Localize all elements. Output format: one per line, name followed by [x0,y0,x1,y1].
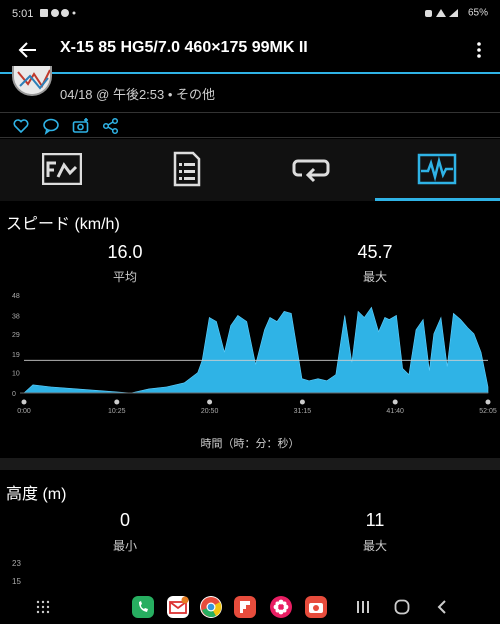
activity-date: 04/18 @ 午後2:53 • その他 [60,87,216,102]
speed-avg-value: 16.0 [107,242,143,262]
camera-app-icon[interactable] [305,596,327,618]
back-arrow-icon[interactable] [16,38,40,62]
home-button[interactable] [394,599,410,620]
app-bar: X-15 85 HG5/7.0 460×175 99MK II [0,28,500,72]
tab-details[interactable] [125,139,250,201]
status-time: 5:01 [12,8,34,20]
overview-icon [42,153,82,185]
x-tick-label: 20:50 [201,408,219,415]
app-title: X-15 85 HG5/7.0 460×175 99MK II [60,39,308,56]
y-tick-label: 0 [12,391,16,398]
chrome-app-icon[interactable] [200,596,222,618]
recents-button[interactable] [356,600,370,619]
details-list-icon [173,151,201,187]
elevation-title: 高度 (m) [6,486,67,503]
signal-icons [425,9,459,17]
laps-loop-icon [292,159,330,183]
x-tick-label: 41:40 [386,408,404,415]
notification-icons-svg [40,9,76,17]
x-tick-label: 10:25 [108,408,126,415]
mail-app-icon[interactable] [167,596,189,618]
x-tick-dot [207,399,213,405]
x-tick-dot [392,399,398,405]
speed-title: スピード (km/h) [6,216,120,233]
section-divider [0,458,500,470]
system-nav-bar [0,590,500,624]
elevation-ytick: 23 [12,559,21,568]
speed-max-label: 最大 [362,270,387,284]
speed-area-series [23,306,489,394]
speed-avg-label: 平均 [112,270,137,284]
x-tick-dot [299,399,305,405]
charts-pulse-icon [417,153,457,185]
speed-chart: 48 38 29 19 10 0 0:00 10:25 20:50 31:15 41:40 52:05 [12,293,497,415]
battery-percent: 65% [467,7,488,19]
x-tick-dot [114,399,120,405]
elevation-max-value: 11 [365,510,385,530]
elevation-min-label: 最小 [112,539,137,553]
elevation-max-label: 最大 [362,539,387,553]
status-right: 65% [425,7,488,19]
speed-max-value: 45.7 [357,242,393,262]
add-photo-icon[interactable] [72,117,90,135]
app-drawer-icon[interactable] [36,600,50,619]
y-tick-label: 48 [12,293,20,300]
x-tick-label: 52:05 [479,408,497,415]
y-tick-label: 19 [12,352,20,359]
elevation-ytick: 15 [12,577,21,586]
more-vert-icon[interactable] [472,38,486,62]
phone-app-icon[interactable] [132,596,154,618]
x-tick-dot [485,399,491,405]
x-tick-label: 31:15 [294,408,312,415]
heart-icon[interactable] [12,117,30,135]
x-tick-dot [21,399,27,405]
notification-icons [40,7,80,22]
status-bar: 5:01 65% [0,0,500,28]
tab-overview[interactable] [0,139,125,201]
y-tick-label: 38 [12,313,20,320]
tab-laps[interactable] [250,139,375,201]
back-button[interactable] [436,599,448,620]
speed-chart-xlabel: 時間（時：分：秒） [200,438,300,450]
tab-bar [0,139,500,201]
flipboard-app-icon[interactable] [234,596,256,618]
elevation-min-value: 0 [119,510,130,530]
x-tick-label: 0:00 [17,408,31,415]
flower-app-icon[interactable] [270,596,292,618]
y-tick-label: 10 [12,371,20,378]
activity-header: 04/18 @ 午後2:53 • その他 [0,66,500,112]
y-tick-label: 29 [12,332,20,339]
social-bar [0,112,500,138]
tab-charts[interactable] [375,139,500,201]
comment-icon[interactable] [42,117,60,135]
avatar[interactable] [12,66,52,96]
share-icon[interactable] [102,117,120,135]
